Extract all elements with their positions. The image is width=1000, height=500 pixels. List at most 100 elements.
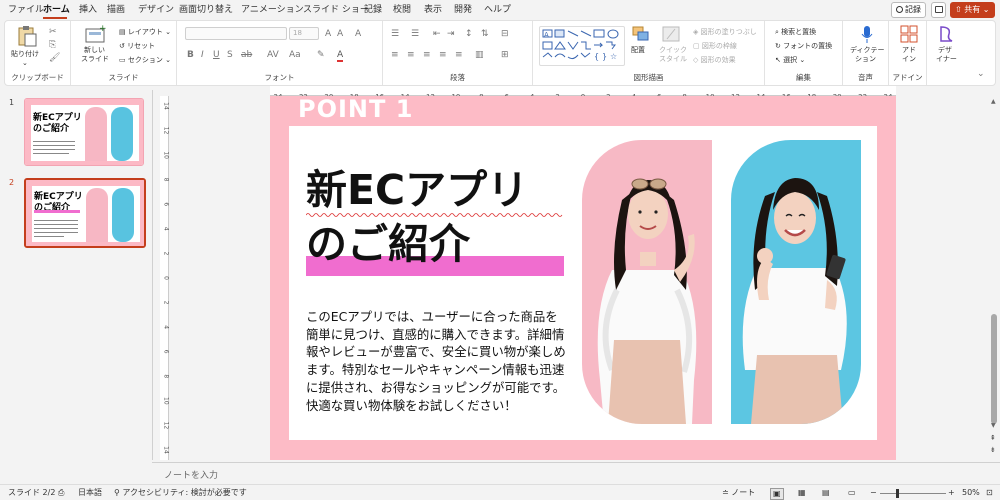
bold-icon[interactable]: B bbox=[187, 50, 194, 60]
scroll-up-icon[interactable]: ▲ bbox=[991, 98, 996, 105]
change-case-icon[interactable]: Aa bbox=[289, 50, 301, 60]
decrease-indent-icon[interactable]: ⇤ bbox=[433, 29, 441, 39]
notes-placeholder[interactable]: ノートを入力 bbox=[164, 468, 218, 481]
bullets-icon[interactable]: ☰ bbox=[391, 29, 399, 39]
pane-divider[interactable] bbox=[152, 90, 153, 460]
tab-transitions[interactable]: 画面切り替え bbox=[179, 5, 233, 16]
highlight-icon[interactable]: ✎ bbox=[317, 50, 325, 60]
shapes-gallery[interactable]: A {} ☆ bbox=[539, 26, 625, 66]
increase-indent-icon[interactable]: ⇥ bbox=[447, 29, 455, 39]
char-spacing-icon[interactable]: AV bbox=[267, 50, 279, 60]
shape-fill-button[interactable]: ◈ 図形の塗りつぶし bbox=[693, 28, 757, 37]
shape-effects-button[interactable]: ◇ 図形の効果 bbox=[693, 56, 736, 65]
align-right-icon[interactable]: ≡ bbox=[423, 50, 431, 60]
new-slide-button[interactable]: + 新しい スライド bbox=[81, 25, 111, 67]
section-button[interactable]: ▭ セクション ⌄ bbox=[119, 56, 171, 65]
replace-fonts-button[interactable]: ↻ フォントの置換 bbox=[775, 42, 832, 51]
select-button[interactable]: ↖ 選択 ⌄ bbox=[775, 56, 805, 65]
zoom-in-icon[interactable]: + bbox=[948, 488, 955, 498]
record-button[interactable]: 記録 bbox=[891, 2, 926, 18]
tab-design[interactable]: デザイン bbox=[138, 5, 174, 16]
point-label[interactable]: POINT 1 bbox=[298, 96, 413, 122]
model-photo-blue[interactable] bbox=[731, 140, 861, 424]
zoom-out-icon[interactable]: − bbox=[870, 488, 877, 498]
zoom-slider-thumb[interactable] bbox=[896, 489, 899, 498]
reset-button[interactable]: ↺ リセット bbox=[119, 42, 155, 51]
quick-styles-button[interactable]: クイック スタイル bbox=[657, 25, 687, 67]
numbering-icon[interactable]: ☰ bbox=[411, 29, 419, 39]
designer-button[interactable]: デザ イナー bbox=[931, 25, 961, 67]
tab-slideshow[interactable]: スライド ショー bbox=[303, 5, 369, 16]
shape-outline-button[interactable]: ▢ 図形の枠線 bbox=[693, 42, 737, 51]
tab-record[interactable]: 記録 bbox=[364, 5, 382, 16]
align-text-icon[interactable]: ⊟ bbox=[501, 29, 509, 39]
scroll-down-icon[interactable]: ▼ bbox=[991, 422, 996, 429]
slide-title-line1[interactable]: 新ECアプリ bbox=[306, 166, 528, 214]
tab-draw[interactable]: 描画 bbox=[107, 5, 125, 16]
collapse-ribbon-icon[interactable]: ⌄ bbox=[977, 69, 985, 79]
tab-home[interactable]: ホーム bbox=[43, 5, 70, 16]
next-slide-icon[interactable]: ⇟ bbox=[990, 446, 996, 454]
text-direction-icon[interactable]: ⇅ bbox=[481, 29, 489, 39]
justify-icon[interactable]: ≡ bbox=[439, 50, 447, 60]
slide-sorter-icon[interactable]: ▦ bbox=[798, 488, 806, 498]
font-family-select[interactable] bbox=[185, 27, 287, 40]
fit-to-window-icon[interactable]: ⊡ bbox=[986, 488, 993, 498]
zoom-slider[interactable] bbox=[880, 489, 946, 498]
align-center-icon[interactable]: ≡ bbox=[407, 50, 415, 60]
font-size-select[interactable]: 18 bbox=[289, 27, 319, 40]
previous-slide-icon[interactable]: ⇞ bbox=[990, 434, 996, 442]
slideshow-icon[interactable]: ▭ bbox=[848, 488, 856, 498]
tab-review[interactable]: 校閲 bbox=[393, 5, 411, 16]
format-painter-icon[interactable]: 🖌 bbox=[49, 53, 60, 63]
slide-thumbnail-1[interactable]: 新ECアプリ のご紹介 bbox=[24, 98, 144, 166]
share-button[interactable]: ⇧ 共有 ⌄ bbox=[950, 2, 995, 18]
language-indicator[interactable]: 日本語 bbox=[78, 488, 102, 498]
increase-font-icon[interactable]: A bbox=[325, 29, 331, 39]
normal-view-icon[interactable]: ▣ bbox=[770, 488, 784, 500]
zoom-level[interactable]: 50% bbox=[962, 488, 980, 498]
tab-view[interactable]: 表示 bbox=[424, 5, 442, 16]
spellcheck-icon[interactable]: ⎙ bbox=[58, 488, 64, 498]
columns-icon[interactable]: ▥ bbox=[475, 50, 484, 60]
decrease-font-icon[interactable]: A bbox=[337, 29, 343, 39]
slide-body-text[interactable]: このECアプリでは、ユーザーに合った商品を簡単に見つけ、直感的に購入できます。詳… bbox=[306, 308, 570, 414]
ruler-label: 8 bbox=[163, 178, 170, 182]
vertical-scrollbar[interactable]: ▲ ▼ ⇞ ⇟ bbox=[988, 96, 1000, 460]
align-left-icon[interactable]: ≡ bbox=[391, 50, 399, 60]
cut-icon[interactable]: ✂ bbox=[49, 27, 57, 37]
italic-icon[interactable]: I bbox=[201, 50, 204, 60]
copy-icon[interactable]: ⎘ bbox=[49, 40, 56, 50]
paste-button[interactable]: 貼り付け ⌄ bbox=[11, 25, 39, 67]
notes-pane[interactable]: ノートを入力 bbox=[152, 462, 1000, 484]
tab-animations[interactable]: アニメーション bbox=[241, 5, 304, 16]
tab-developer[interactable]: 開発 bbox=[454, 5, 472, 16]
scrollbar-thumb[interactable] bbox=[991, 314, 997, 424]
notes-button[interactable]: ≐ ノート bbox=[722, 488, 755, 498]
clear-formatting-icon[interactable]: A bbox=[355, 29, 361, 39]
tab-file[interactable]: ファイル bbox=[8, 5, 44, 16]
slide-thumbnail-2[interactable]: 新ECアプリ のご紹介 bbox=[24, 178, 146, 248]
distributed-icon[interactable]: ≡ bbox=[455, 50, 463, 60]
tab-insert[interactable]: 挿入 bbox=[79, 5, 97, 16]
shadow-icon[interactable]: S bbox=[227, 50, 233, 60]
font-color-icon[interactable]: A bbox=[337, 50, 344, 62]
comments-button[interactable] bbox=[931, 2, 946, 18]
reading-view-icon[interactable]: ▤ bbox=[822, 488, 830, 498]
slide-canvas[interactable]: POINT 1 新ECアプリ のご紹介 このECアプリでは、ユーザーに合った商品… bbox=[270, 96, 896, 460]
addins-button[interactable]: アド イン bbox=[897, 25, 921, 67]
find-replace-button[interactable]: ⌕ 検索と置換 bbox=[775, 28, 816, 37]
designer-label: デザ bbox=[938, 46, 952, 54]
dictate-button[interactable]: ディクテー ション bbox=[849, 25, 885, 67]
slide-title-line2[interactable]: のご紹介 bbox=[306, 220, 470, 268]
tab-help[interactable]: ヘルプ bbox=[484, 5, 511, 16]
underline-icon[interactable]: U bbox=[213, 50, 220, 60]
layout-button[interactable]: ▤ レイアウト ⌄ bbox=[119, 28, 171, 37]
accessibility-button[interactable]: ⚲ アクセシビリティ: 検討が必要です bbox=[114, 488, 247, 498]
arrange-button[interactable]: 配置 bbox=[629, 25, 653, 67]
strikethrough-icon[interactable]: ab bbox=[241, 50, 252, 60]
smartart-icon[interactable]: ⊞ bbox=[501, 50, 509, 60]
model-photo-pink[interactable] bbox=[582, 140, 712, 424]
accessibility-icon: ⚲ bbox=[114, 488, 120, 497]
line-spacing-icon[interactable]: ↕ bbox=[465, 29, 473, 39]
